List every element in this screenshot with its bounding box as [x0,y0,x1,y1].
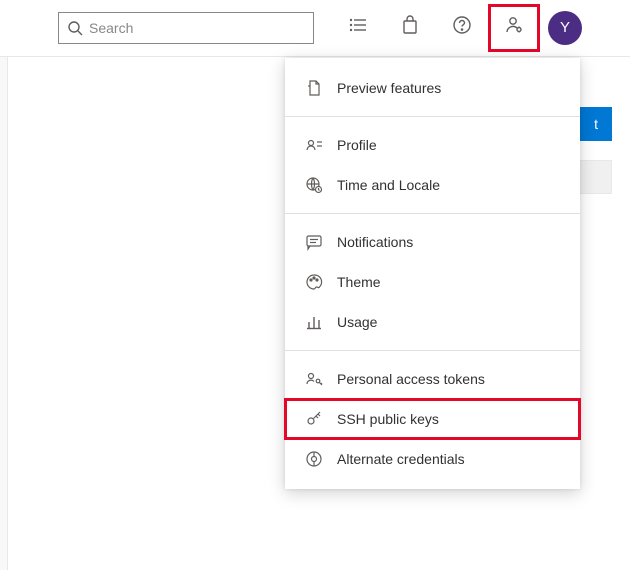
menu-item-label: Notifications [337,234,413,250]
palette-icon [305,273,323,291]
menu-item-label: Profile [337,137,377,153]
menu-item-label: Alternate credentials [337,451,465,467]
menu-divider [285,350,580,351]
menu-item-label: SSH public keys [337,411,439,427]
menu-item-pat[interactable]: Personal access tokens [285,359,580,399]
user-settings-icon [504,15,524,40]
person-card-icon [305,136,323,154]
menu-divider [285,116,580,117]
menu-item-usage[interactable]: Usage [285,302,580,342]
menu-item-preview-features[interactable]: Preview features [285,68,580,108]
menu-item-alt-credentials[interactable]: Alternate credentials [285,439,580,479]
avatar[interactable]: Y [548,11,582,45]
menu-item-label: Personal access tokens [337,371,485,387]
menu-item-profile[interactable]: Profile [285,125,580,165]
help-icon [452,15,472,40]
menu-item-label: Preview features [337,80,441,96]
menu-item-label: Theme [337,274,381,290]
key-icon [305,410,323,428]
chat-icon [305,233,323,251]
menu-item-notifications[interactable]: Notifications [285,222,580,262]
bag-icon [400,15,420,40]
menu-item-label: Usage [337,314,377,330]
globe-clock-icon [305,176,323,194]
menu-item-time-locale[interactable]: Time and Locale [285,165,580,205]
credentials-icon [305,450,323,468]
sparkle-doc-icon [305,79,323,97]
search-input[interactable] [89,20,305,36]
list-icon [348,15,368,40]
search-icon [67,20,83,36]
primary-action-label: t [594,116,598,132]
menu-item-label: Time and Locale [337,177,440,193]
bar-chart-icon [305,313,323,331]
menu-divider [285,213,580,214]
top-icons [332,4,540,52]
sidebar [0,57,8,570]
help-button[interactable] [436,4,488,52]
menu-item-ssh-keys[interactable]: SSH public keys [285,399,580,439]
top-bar: Y [0,0,630,56]
marketplace-button[interactable] [384,4,436,52]
user-settings-menu: Preview features Profile Time and Locale… [285,58,580,489]
primary-action-button[interactable]: t [580,107,612,141]
menu-item-theme[interactable]: Theme [285,262,580,302]
person-key-icon [305,370,323,388]
work-items-button[interactable] [332,4,384,52]
user-settings-button[interactable] [488,4,540,52]
avatar-initial: Y [560,19,570,36]
search-box[interactable] [58,12,314,44]
